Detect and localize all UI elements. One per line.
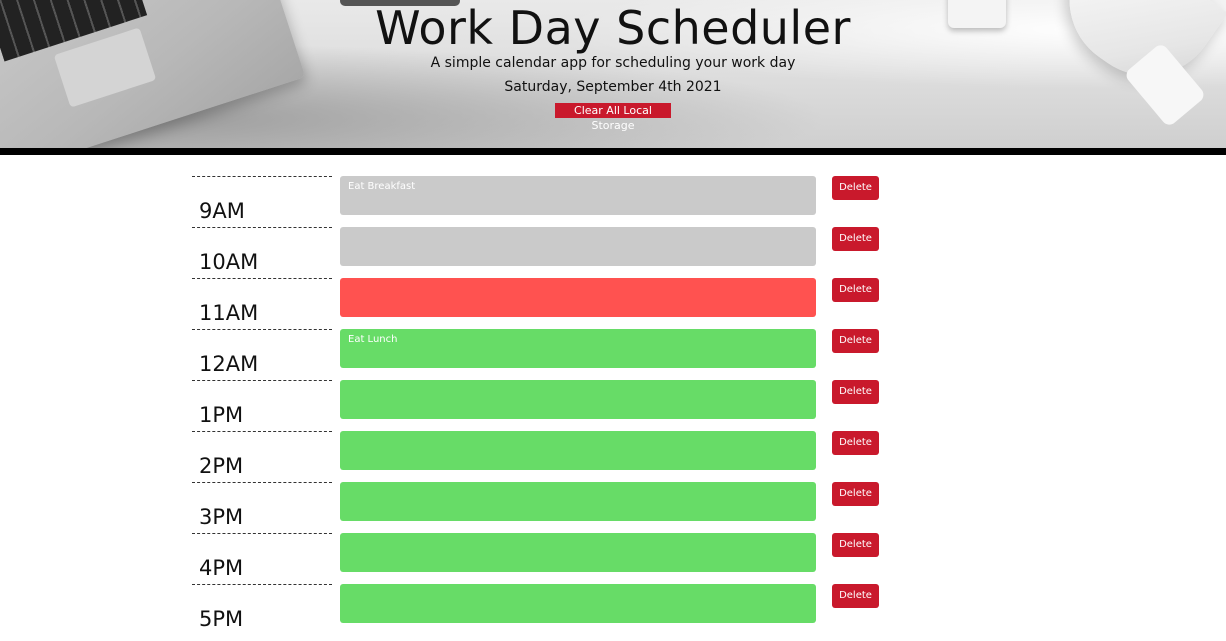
time-block: 1PM Delete [0, 380, 1226, 431]
hour-text: 10AM [199, 250, 259, 274]
task-input[interactable] [340, 533, 816, 572]
time-block: 3PM Delete [0, 482, 1226, 533]
hour-text: 2PM [199, 454, 244, 478]
task-input[interactable] [340, 431, 816, 470]
delete-button[interactable]: Delete [832, 227, 879, 251]
delete-button[interactable]: Delete [832, 380, 879, 404]
delete-button[interactable]: Delete [832, 329, 879, 353]
delete-button[interactable]: Delete [832, 278, 879, 302]
hour-text: 4PM [199, 556, 244, 580]
task-input[interactable] [340, 380, 816, 419]
page-subtitle: A simple calendar app for scheduling you… [430, 55, 796, 71]
time-block: 4PM Delete [0, 533, 1226, 584]
hour-text: 5PM [199, 607, 244, 631]
hour-label: 3PM [192, 482, 332, 533]
hour-label: 2PM [192, 431, 332, 482]
time-block: 12AM Eat Lunch Delete [0, 329, 1226, 380]
hour-label: 5PM [192, 584, 332, 635]
hour-text: 9AM [199, 199, 245, 223]
time-block: 2PM Delete [0, 431, 1226, 482]
hour-text: 12AM [199, 352, 259, 376]
header-banner: Work Day Scheduler A simple calendar app… [0, 0, 1226, 148]
task-input[interactable] [340, 278, 816, 317]
hour-label: 1PM [192, 380, 332, 431]
hour-label: 10AM [192, 227, 332, 278]
task-input[interactable]: Eat Lunch [340, 329, 816, 368]
time-block: 11AM Delete [0, 278, 1226, 329]
time-block: 10AM Delete [0, 227, 1226, 278]
hour-text: 11AM [199, 301, 259, 325]
delete-button[interactable]: Delete [832, 431, 879, 455]
current-date: Saturday, September 4th 2021 [504, 79, 722, 95]
delete-button[interactable]: Delete [832, 176, 879, 200]
time-block: 9AM Eat Breakfast Delete [0, 176, 1226, 227]
delete-button[interactable]: Delete [832, 482, 879, 506]
task-input[interactable] [340, 482, 816, 521]
time-block: 5PM Delete [0, 584, 1226, 635]
header-divider [0, 148, 1226, 155]
task-input[interactable] [340, 227, 816, 266]
hour-text: 1PM [199, 403, 244, 427]
hour-label: 9AM [192, 176, 332, 227]
task-input[interactable] [340, 584, 816, 623]
hour-text: 3PM [199, 505, 244, 529]
clear-storage-button[interactable]: Clear All Local Storage [555, 103, 671, 132]
hour-label: 12AM [192, 329, 332, 380]
hour-label: 4PM [192, 533, 332, 584]
delete-button[interactable]: Delete [832, 533, 879, 557]
delete-button[interactable]: Delete [832, 584, 879, 608]
task-input[interactable]: Eat Breakfast [340, 176, 816, 215]
page-title: Work Day Scheduler [375, 1, 851, 55]
hour-label: 11AM [192, 278, 332, 329]
